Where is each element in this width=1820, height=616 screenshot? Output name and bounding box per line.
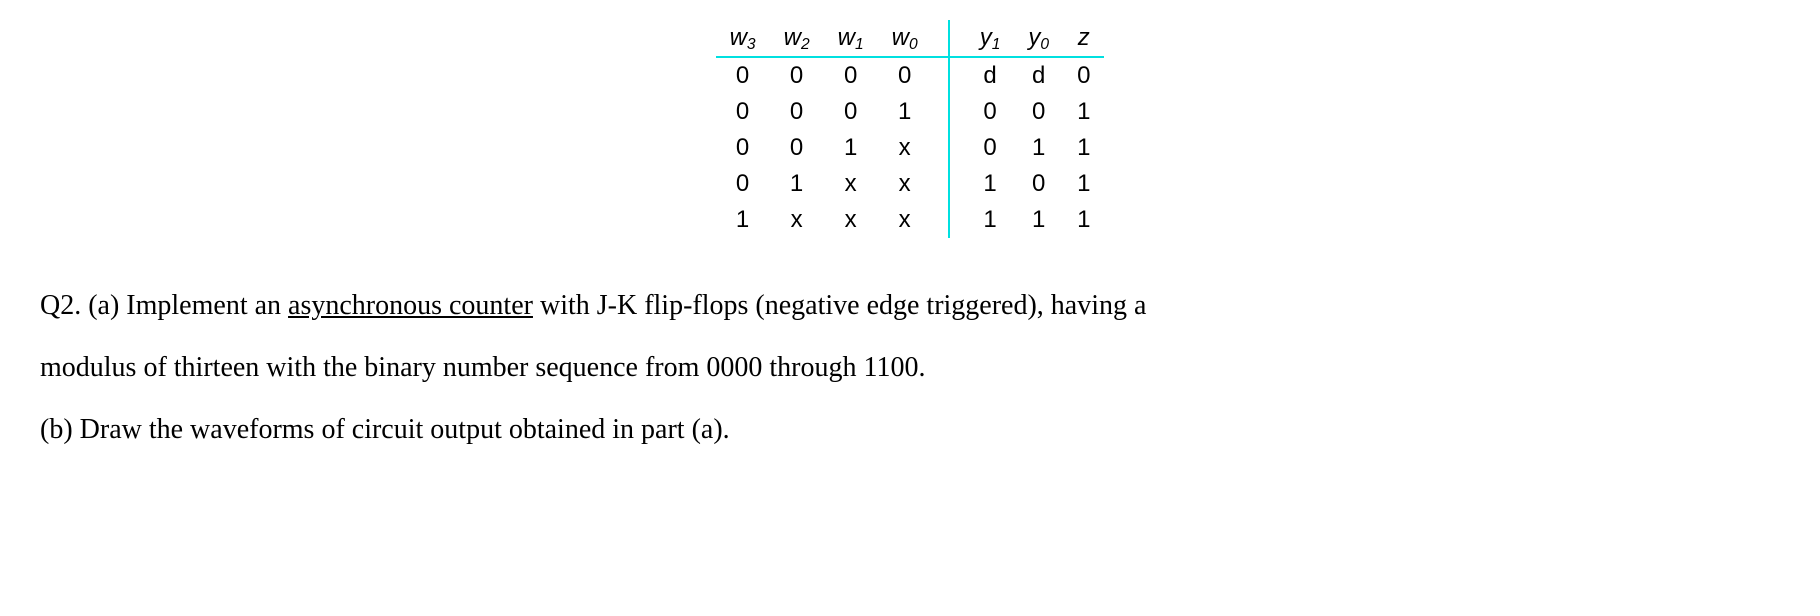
question-text: Q2. (a) Implement an asynchronous counte… — [20, 278, 1800, 458]
cell: 0 — [716, 57, 770, 94]
cell: 0 — [770, 94, 824, 130]
cell: 0 — [770, 57, 824, 94]
cell: 1 — [949, 166, 1015, 202]
cell: 1 — [1063, 166, 1104, 202]
header-z: z — [1063, 20, 1104, 57]
cell: x — [878, 166, 949, 202]
cell: 1 — [949, 202, 1015, 238]
cell: 1 — [1063, 94, 1104, 130]
table-row: 1 x x x 1 1 1 — [716, 202, 1105, 238]
cell: 0 — [716, 130, 770, 166]
cell: 0 — [716, 94, 770, 130]
question-2b: (b) Draw the waveforms of circuit output… — [40, 402, 1780, 458]
header-w2: w2 — [770, 20, 824, 57]
cell: 1 — [770, 166, 824, 202]
cell: 0 — [1063, 57, 1104, 94]
cell: x — [770, 202, 824, 238]
cell: 0 — [949, 94, 1015, 130]
table-row: 0 0 1 x 0 1 1 — [716, 130, 1105, 166]
cell: 1 — [716, 202, 770, 238]
cell: x — [878, 130, 949, 166]
cell: 0 — [878, 57, 949, 94]
cell: 0 — [716, 166, 770, 202]
header-y0: y0 — [1014, 20, 1063, 57]
q2a-underlined: asynchronous counter — [288, 290, 533, 321]
truth-table-container: w3 w2 w1 w0 y1 y0 z 0 0 0 0 d d 0 0 0 — [20, 20, 1800, 238]
table-row: 0 0 0 1 0 0 1 — [716, 94, 1105, 130]
cell: x — [878, 202, 949, 238]
table-body: 0 0 0 0 d d 0 0 0 0 1 0 0 1 0 0 1 x — [716, 57, 1105, 238]
cell: 1 — [878, 94, 949, 130]
cell: x — [824, 166, 878, 202]
cell: 1 — [1063, 202, 1104, 238]
cell: 0 — [824, 94, 878, 130]
cell: x — [824, 202, 878, 238]
cell: 0 — [1014, 94, 1063, 130]
header-w3: w3 — [716, 20, 770, 57]
table-header-row: w3 w2 w1 w0 y1 y0 z — [716, 20, 1105, 57]
cell: d — [1014, 57, 1063, 94]
cell: 1 — [1063, 130, 1104, 166]
q2a-suffix: with J-K flip-flops (negative edge trigg… — [533, 290, 1146, 321]
cell: 1 — [824, 130, 878, 166]
table-row: 0 1 x x 1 0 1 — [716, 166, 1105, 202]
cell: 0 — [949, 130, 1015, 166]
cell: 0 — [1014, 166, 1063, 202]
header-w0: w0 — [878, 20, 949, 57]
truth-table: w3 w2 w1 w0 y1 y0 z 0 0 0 0 d d 0 0 0 — [716, 20, 1105, 238]
cell: 1 — [1014, 202, 1063, 238]
q2a-prefix: Q2. (a) Implement an — [40, 290, 288, 321]
cell: d — [949, 57, 1015, 94]
cell: 1 — [1014, 130, 1063, 166]
table-row: 0 0 0 0 d d 0 — [716, 57, 1105, 94]
question-2a-line1: Q2. (a) Implement an asynchronous counte… — [40, 278, 1780, 334]
question-2a-line2: modulus of thirteen with the binary numb… — [40, 340, 1780, 396]
header-y1: y1 — [949, 20, 1015, 57]
cell: 0 — [824, 57, 878, 94]
cell: 0 — [770, 130, 824, 166]
header-w1: w1 — [824, 20, 878, 57]
